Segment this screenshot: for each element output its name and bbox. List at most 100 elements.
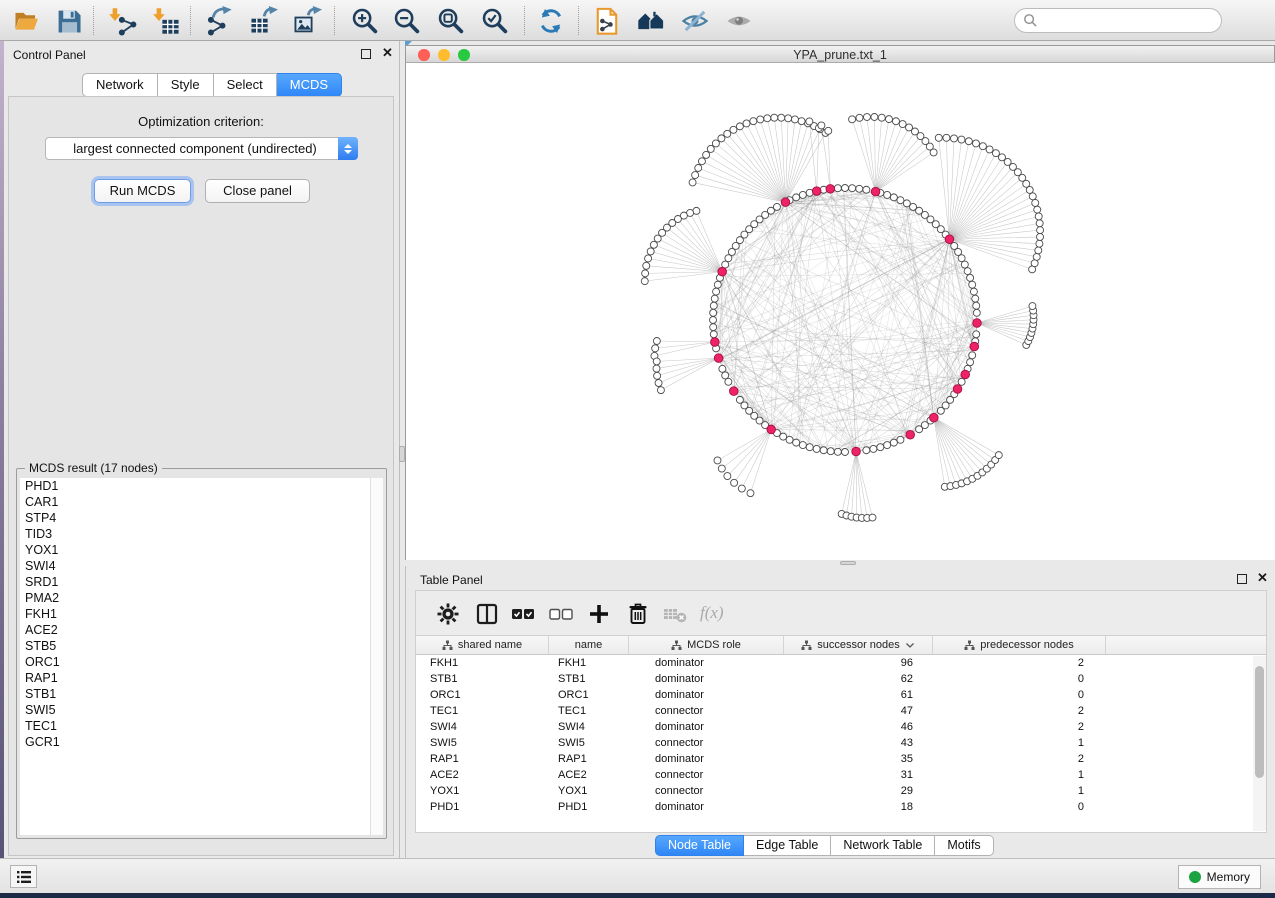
mcds-result-item[interactable]: RAP1 bbox=[20, 670, 383, 686]
table-row[interactable]: PHD1PHD1dominator180 bbox=[416, 799, 1266, 815]
tab-select[interactable]: Select bbox=[214, 73, 277, 97]
column-header-successor-nodes[interactable]: successor nodes bbox=[784, 636, 933, 654]
horizontal-splitter-handle[interactable] bbox=[840, 561, 856, 565]
zoom-selected-icon[interactable] bbox=[480, 6, 510, 36]
close-table-panel-icon[interactable]: ✕ bbox=[1257, 571, 1268, 585]
column-header-name[interactable]: name bbox=[549, 636, 629, 654]
table-cell: 1 bbox=[933, 783, 1106, 799]
table-row[interactable]: TEC1TEC1connector472 bbox=[416, 703, 1266, 719]
import-table-icon[interactable] bbox=[152, 6, 182, 36]
trash-icon[interactable] bbox=[626, 602, 650, 626]
import-network-icon[interactable] bbox=[108, 6, 138, 36]
table-row[interactable]: RAP1RAP1dominator352 bbox=[416, 751, 1266, 767]
tab-edge-table[interactable]: Edge Table bbox=[744, 835, 831, 856]
control-panel: Control Panel ✕ NetworkStyleSelectMCDS O… bbox=[4, 41, 400, 858]
table-cell: 47 bbox=[784, 703, 933, 719]
table-row[interactable]: YOX1YOX1connector291 bbox=[416, 783, 1266, 799]
zoom-fit-icon[interactable] bbox=[436, 6, 466, 36]
save-icon[interactable] bbox=[54, 6, 84, 36]
table-cell: 29 bbox=[784, 783, 933, 799]
mcds-result-item[interactable]: SRD1 bbox=[20, 574, 383, 590]
mcds-result-item[interactable]: ORC1 bbox=[20, 654, 383, 670]
network-window-title: YPA_prune.txt_1 bbox=[406, 48, 1274, 62]
deselect-all-icon[interactable] bbox=[549, 602, 573, 626]
mcds-result-item[interactable]: SWI5 bbox=[20, 702, 383, 718]
mcds-result-item[interactable]: STB1 bbox=[20, 686, 383, 702]
mcds-result-item[interactable]: FKH1 bbox=[20, 606, 383, 622]
network-window-titlebar[interactable]: YPA_prune.txt_1 bbox=[405, 45, 1275, 63]
mcds-result-item[interactable]: STB5 bbox=[20, 638, 383, 654]
mcds-result-item[interactable]: STP4 bbox=[20, 510, 383, 526]
optimization-criterion-select[interactable]: largest connected component (undirected) bbox=[45, 137, 358, 160]
mcds-result-item[interactable]: SWI4 bbox=[20, 558, 383, 574]
run-mcds-button[interactable]: Run MCDS bbox=[94, 179, 191, 203]
mcds-result-item[interactable]: TEC1 bbox=[20, 718, 383, 734]
status-menu-button[interactable] bbox=[10, 865, 37, 888]
close-panel-button[interactable]: Close panel bbox=[205, 179, 310, 203]
open-folder-icon[interactable] bbox=[12, 6, 42, 36]
zoom-out-icon[interactable] bbox=[392, 6, 422, 36]
column-header-shared-name[interactable]: shared name bbox=[416, 636, 549, 654]
tab-network[interactable]: Network bbox=[82, 73, 158, 97]
mcds-result-item[interactable]: CAR1 bbox=[20, 494, 383, 510]
mcds-result-item[interactable]: PHD1 bbox=[20, 478, 383, 494]
node-table-header: shared name name MCDS role successor nod… bbox=[416, 636, 1266, 655]
refresh-icon[interactable] bbox=[536, 6, 566, 36]
table-row[interactable]: SWI4SWI4dominator462 bbox=[416, 719, 1266, 735]
close-panel-icon[interactable]: ✕ bbox=[382, 46, 393, 60]
table-row[interactable]: ORC1ORC1dominator610 bbox=[416, 687, 1266, 703]
column-header-mcds-role[interactable]: MCDS role bbox=[629, 636, 784, 654]
float-panel-icon[interactable] bbox=[361, 49, 371, 59]
vertical-splitter-handle[interactable] bbox=[399, 446, 405, 462]
table-scrollbar-thumb[interactable] bbox=[1255, 666, 1264, 778]
table-cell: TEC1 bbox=[416, 703, 549, 719]
zoom-in-icon[interactable] bbox=[350, 6, 380, 36]
mcds-result-list[interactable]: PHD1CAR1STP4TID3YOX1SWI4SRD1PMA2FKH1ACE2… bbox=[20, 478, 383, 835]
node-table: shared name name MCDS role successor nod… bbox=[415, 636, 1267, 833]
table-cell: FKH1 bbox=[416, 655, 549, 671]
table-scrollbar[interactable] bbox=[1253, 656, 1266, 831]
export-table-icon[interactable] bbox=[248, 6, 278, 36]
document-share-icon[interactable] bbox=[592, 6, 622, 36]
mcds-result-item[interactable]: GCR1 bbox=[20, 734, 383, 750]
gear-icon[interactable] bbox=[436, 602, 460, 626]
mcds-list-scrollbar[interactable] bbox=[370, 478, 383, 835]
mcds-result-item[interactable]: ACE2 bbox=[20, 622, 383, 638]
export-image-icon[interactable] bbox=[292, 6, 322, 36]
table-cell: PHD1 bbox=[549, 799, 629, 815]
tab-mcds[interactable]: MCDS bbox=[277, 73, 342, 97]
table-row[interactable]: FKH1FKH1dominator962 bbox=[416, 655, 1266, 671]
table-cell: SWI4 bbox=[416, 719, 549, 735]
table-row[interactable]: SWI5SWI5connector431 bbox=[416, 735, 1266, 751]
eye-slash-icon[interactable] bbox=[680, 6, 710, 36]
mcds-result-item[interactable]: PMA2 bbox=[20, 590, 383, 606]
memory-button[interactable]: Memory bbox=[1178, 865, 1261, 889]
column-header-predecessor-nodes[interactable]: predecessor nodes bbox=[933, 636, 1106, 654]
network-canvas[interactable] bbox=[405, 63, 1275, 560]
table-cell: 2 bbox=[933, 751, 1106, 767]
tab-style[interactable]: Style bbox=[158, 73, 214, 97]
tab-node-table[interactable]: Node Table bbox=[655, 835, 744, 856]
network-graph-svg bbox=[406, 63, 1274, 558]
table-cell: 0 bbox=[933, 671, 1106, 687]
table-cell: dominator bbox=[629, 655, 784, 671]
table-row[interactable]: STB1STB1dominator620 bbox=[416, 671, 1266, 687]
table-cell: SWI5 bbox=[416, 735, 549, 751]
columns-icon[interactable] bbox=[475, 602, 499, 626]
add-icon[interactable] bbox=[587, 602, 611, 626]
table-cell: dominator bbox=[629, 719, 784, 735]
search-input[interactable] bbox=[1038, 14, 1221, 28]
eye-icon[interactable] bbox=[724, 6, 754, 36]
select-all-icon[interactable] bbox=[511, 602, 535, 626]
tab-motifs[interactable]: Motifs bbox=[935, 835, 993, 856]
mcds-result-item[interactable]: TID3 bbox=[20, 526, 383, 542]
table-row[interactable]: ACE2ACE2connector311 bbox=[416, 767, 1266, 783]
search-field[interactable] bbox=[1014, 8, 1222, 33]
float-table-panel-icon[interactable] bbox=[1237, 574, 1247, 584]
houses-icon[interactable] bbox=[636, 6, 666, 36]
tab-network-table[interactable]: Network Table bbox=[831, 835, 935, 856]
export-network-icon[interactable] bbox=[204, 6, 234, 36]
mcds-result-item[interactable]: YOX1 bbox=[20, 542, 383, 558]
table-cell: 31 bbox=[784, 767, 933, 783]
table-cell: 46 bbox=[784, 719, 933, 735]
